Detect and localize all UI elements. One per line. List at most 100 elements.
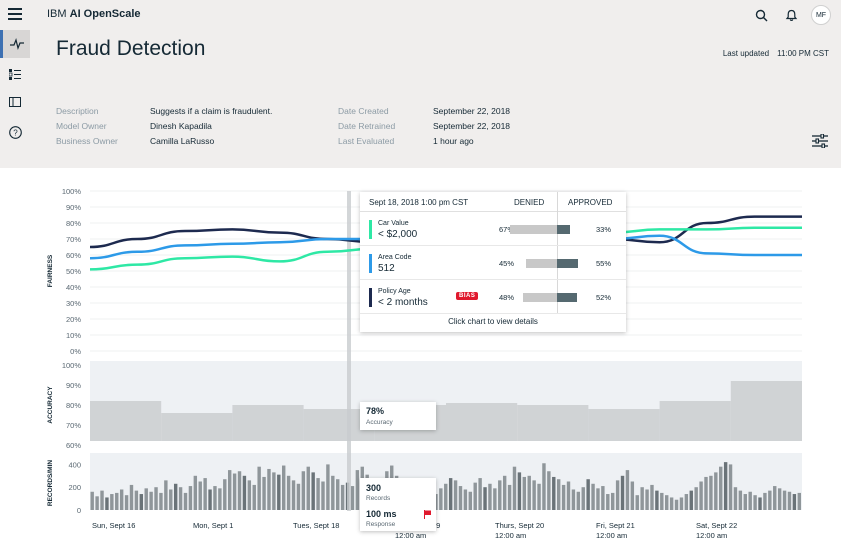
records-bar [144, 488, 148, 510]
records-bar [331, 475, 335, 510]
records-bar [684, 494, 689, 510]
records-bar [488, 483, 492, 510]
records-bar [689, 490, 693, 510]
last-evaluated-label: Last Evaluated [338, 136, 395, 146]
records-bar [679, 497, 684, 510]
y-tick-label: 0% [70, 347, 81, 356]
records-bar [453, 480, 458, 510]
nav-list[interactable] [0, 60, 30, 88]
records-bar [527, 475, 531, 510]
records-bar [193, 475, 198, 510]
records-bar [704, 476, 708, 510]
records-bar [247, 480, 252, 510]
records-bar [498, 480, 502, 510]
model-owner-label: Model Owner [56, 121, 107, 131]
records-bar [625, 470, 630, 510]
tooltip-date: Sept 18, 2018 1:00 pm CST [369, 198, 469, 207]
records-bar [326, 464, 330, 510]
last-updated-label: Last updated [722, 49, 770, 58]
records-bar [660, 492, 664, 510]
records-bar [311, 472, 315, 510]
view-details-link[interactable]: Click chart to view details [360, 317, 626, 326]
y-axis-label: FAIRNESS [47, 254, 54, 287]
records-bar [208, 489, 212, 510]
user-avatar[interactable]: MF [811, 5, 831, 25]
records-bar [286, 475, 291, 510]
records-bar [777, 488, 782, 510]
y-tick-label: 30% [66, 299, 81, 308]
records-bar [350, 486, 355, 510]
ticket-icon [9, 97, 21, 107]
notification-bell-icon[interactable] [781, 5, 801, 25]
approved-header: APPROVED [568, 198, 613, 207]
records-bar [522, 476, 527, 510]
records-bar [444, 483, 448, 510]
help-icon: ? [8, 125, 22, 139]
records-bar [336, 479, 340, 510]
y-tick-label: 90% [66, 381, 81, 390]
y-tick-label: 0 [77, 506, 81, 515]
x-tick-label: Tues, Sept 18 [293, 521, 339, 530]
records-bar [635, 495, 639, 510]
x-tick-label: Sun, Sept 16 [92, 521, 135, 530]
series-swatch [369, 254, 372, 273]
accuracy-segment [659, 401, 731, 441]
nav-ticket[interactable] [0, 88, 30, 116]
y-tick-label: 40% [66, 283, 81, 292]
records-bar [728, 464, 733, 510]
nav-monitor[interactable] [0, 30, 30, 58]
records-bar [277, 474, 281, 510]
records-bar [242, 475, 247, 510]
svg-text:?: ? [13, 128, 18, 137]
records-bar [665, 495, 669, 510]
records-bar [674, 499, 679, 510]
records-bar [119, 489, 124, 510]
pulse-icon [9, 38, 24, 50]
records-bar [134, 490, 139, 510]
approved-bar [557, 225, 570, 234]
app-brand[interactable]: IBM AI OpenScale [47, 8, 141, 20]
records-bar [282, 465, 286, 510]
records-bar [129, 484, 134, 510]
bias-badge: BIAS [456, 292, 479, 300]
hamburger-menu-icon[interactable] [8, 8, 22, 20]
filter-settings-icon[interactable] [812, 133, 828, 149]
records-bar [232, 473, 237, 510]
records-bar [340, 484, 345, 510]
records-bar [198, 481, 202, 510]
records-bar [164, 480, 168, 510]
tooltip-row: Policy Age < 2 months 48% 52% BIAS [360, 280, 626, 314]
records-bar [733, 487, 738, 510]
x-tick-label: Thurs, Sept 20 [495, 521, 544, 530]
records-bar [159, 492, 163, 510]
records-bar [203, 478, 207, 510]
date-retrained-value: September 22, 2018 [433, 121, 511, 131]
accuracy-tooltip: 78% Accuracy [360, 402, 436, 430]
records-bar [571, 489, 576, 510]
records-bar [743, 494, 747, 510]
y-axis-label: RECORDS/MIN [47, 460, 54, 507]
records-bar [321, 481, 325, 510]
records-bar [709, 475, 713, 510]
page-header: Fraud Detection Last updated 11:00 PM CST… [30, 30, 841, 168]
group-value: 512 [378, 263, 395, 274]
approved-percent: 55% [596, 259, 612, 268]
attribute-name: Car Value [378, 220, 409, 227]
date-created-label: Date Created [338, 106, 389, 116]
denied-bar [523, 293, 557, 302]
records-bar [110, 494, 114, 510]
records-bar [213, 486, 217, 510]
nav-help[interactable]: ? [0, 118, 30, 146]
search-icon[interactable] [751, 5, 771, 25]
x-tick-label: Fri, Sept 21 [596, 521, 635, 530]
records-bar [748, 491, 752, 510]
records-bar [100, 490, 104, 510]
records-bar [115, 492, 119, 510]
accuracy-segment [161, 413, 233, 441]
records-bar [610, 492, 615, 510]
x-tick-sublabel: 12:00 am [495, 531, 526, 540]
denied-bar [510, 225, 557, 234]
records-bar [630, 481, 635, 510]
records-bar [556, 479, 561, 510]
records-bar [223, 479, 227, 510]
